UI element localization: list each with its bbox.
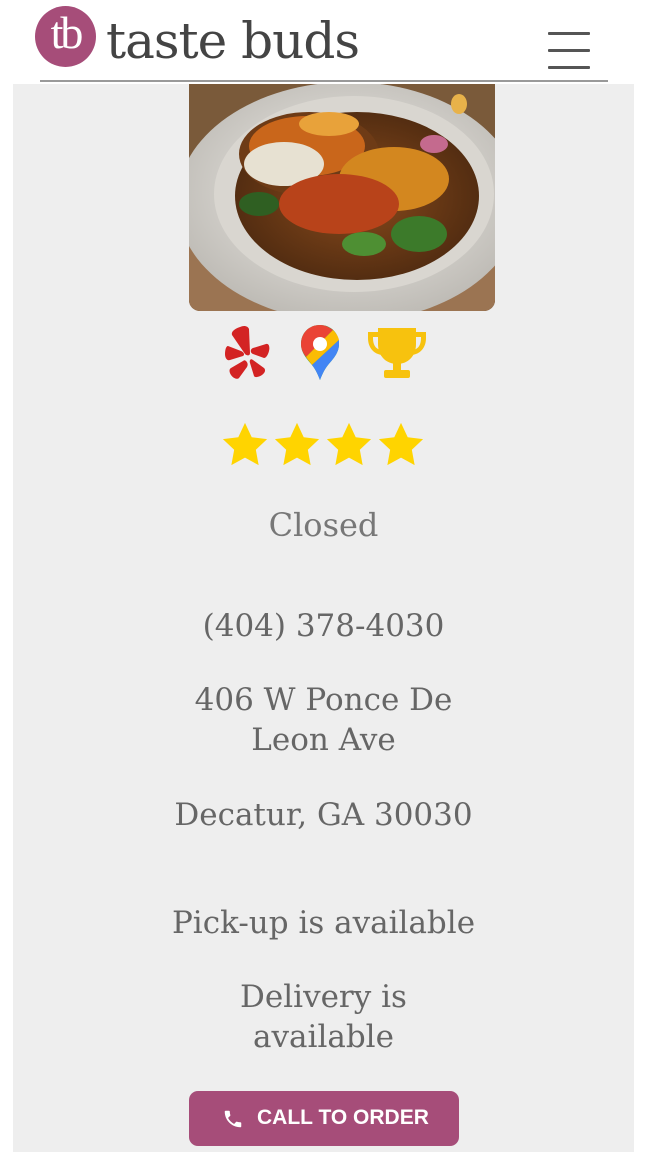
site-header: tb taste buds xyxy=(0,0,648,84)
google-maps-icon[interactable] xyxy=(299,323,341,381)
star-rating xyxy=(219,419,429,473)
yelp-icon[interactable] xyxy=(224,323,270,381)
call-to-order-button[interactable]: CALL TO ORDER xyxy=(189,1091,459,1146)
delivery-availability-line-2: available xyxy=(253,1019,394,1055)
star-icon xyxy=(323,419,375,471)
trophy-icon[interactable] xyxy=(364,324,430,382)
phone-icon xyxy=(222,1108,244,1130)
address-line-2: Leon Ave xyxy=(251,722,396,758)
call-to-order-label: CALL TO ORDER xyxy=(257,1106,429,1129)
delivery-availability-line-1: Delivery is xyxy=(240,979,407,1015)
star-icon xyxy=(219,419,271,471)
city-state-zip: Decatur, GA 30030 xyxy=(174,797,473,833)
dish-photo xyxy=(189,84,495,311)
star-icon xyxy=(271,419,323,471)
header-divider xyxy=(40,80,608,82)
brand-name[interactable]: taste buds xyxy=(106,8,360,74)
star-icon xyxy=(375,419,427,471)
open-status: Closed xyxy=(268,506,379,544)
phone-number-link[interactable]: (404) 378-4030 xyxy=(13,606,634,646)
pickup-availability: Pick-up is available xyxy=(171,905,476,941)
logo-monogram[interactable]: tb xyxy=(35,6,96,67)
hamburger-menu-icon[interactable] xyxy=(546,28,592,74)
address-line-1: 406 W Ponce De xyxy=(194,682,453,718)
